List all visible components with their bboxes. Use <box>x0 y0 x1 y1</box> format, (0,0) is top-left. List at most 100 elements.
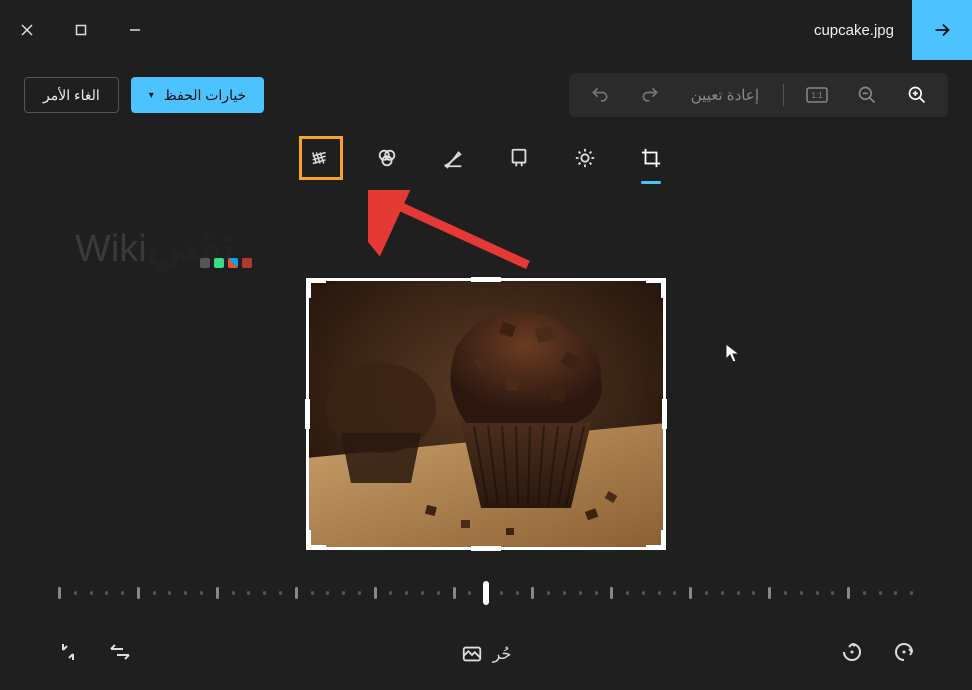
ruler-tick <box>437 591 440 595</box>
ruler-tick <box>247 591 250 595</box>
ruler-tick <box>673 591 676 595</box>
crop-handle-right[interactable] <box>662 399 667 429</box>
ruler-tick <box>516 591 519 595</box>
ruler-tick <box>531 587 534 599</box>
window-controls <box>0 0 162 60</box>
watermark-icons <box>200 258 252 268</box>
ruler-tick <box>389 591 392 595</box>
filename-label: cupcake.jpg <box>796 0 912 60</box>
ruler-tick <box>500 591 503 595</box>
cancel-button[interactable]: الغاء الأمر <box>24 77 119 113</box>
ruler-tick <box>894 591 897 595</box>
zoom-out-button[interactable] <box>850 78 884 112</box>
ruler-tick <box>831 591 834 595</box>
ruler-tick <box>90 591 93 595</box>
bottom-toolbar: حُر <box>0 618 972 690</box>
crop-handle-br[interactable] <box>646 530 666 550</box>
ruler-tick <box>311 591 314 595</box>
save-options-label: خيارات الحفظ <box>164 87 246 104</box>
ruler-tick <box>847 587 850 599</box>
crop-handle-bottom[interactable] <box>471 546 501 551</box>
ruler-tick <box>153 591 156 595</box>
crop-handle-tl[interactable] <box>306 278 326 298</box>
tab-filter[interactable] <box>497 136 541 180</box>
ruler-tick <box>626 591 629 595</box>
maximize-button[interactable] <box>54 10 108 50</box>
ruler-tick <box>610 587 613 599</box>
ruler-tick <box>737 591 740 595</box>
ruler-tick <box>721 591 724 595</box>
ruler-tick <box>216 587 219 599</box>
ruler-tick <box>279 591 282 595</box>
ruler-tick <box>358 591 361 595</box>
ruler-tick <box>453 587 456 599</box>
ruler-tick <box>168 591 171 595</box>
ruler-tick <box>579 591 582 595</box>
zoom-in-button[interactable] <box>900 78 934 112</box>
cancel-label: الغاء الأمر <box>43 87 100 104</box>
undo-button[interactable] <box>583 78 617 112</box>
flip-button[interactable] <box>108 640 132 669</box>
image-canvas[interactable] <box>306 278 666 550</box>
save-options-button[interactable]: خيارات الحفظ ▾ <box>131 77 264 113</box>
crop-frame[interactable] <box>306 278 666 550</box>
action-bar: 1:1 إعادة تعيين خيارات الحفظ ▾ الغاء الأ… <box>0 60 972 130</box>
ruler-tick <box>752 591 755 595</box>
rotate-ccw-button[interactable] <box>840 640 864 669</box>
tab-adjust[interactable] <box>563 136 607 180</box>
redo-button[interactable] <box>633 78 667 112</box>
arrow-annotation <box>368 190 538 270</box>
ruler-handle[interactable] <box>483 581 489 605</box>
reset-button[interactable]: إعادة تعيين <box>683 86 767 104</box>
reset-rotation-button[interactable] <box>892 640 916 669</box>
aspect-icon <box>461 643 483 665</box>
ruler-tick <box>910 591 913 595</box>
ruler-tick <box>342 591 345 595</box>
ruler-tick <box>58 587 61 599</box>
ruler-tick <box>563 591 566 595</box>
aspect-ratio-label: حُر <box>493 644 512 664</box>
crop-handle-tr[interactable] <box>646 278 666 298</box>
chevron-down-icon: ▾ <box>149 90 154 101</box>
tab-background[interactable] <box>299 136 343 180</box>
crop-handle-bl[interactable] <box>306 530 326 550</box>
fit-button[interactable]: 1:1 <box>800 78 834 112</box>
tab-retouch[interactable] <box>365 136 409 180</box>
ruler-tick <box>879 591 882 595</box>
ruler-tick <box>105 591 108 595</box>
ruler-tick <box>326 591 329 595</box>
ruler-tick <box>184 591 187 595</box>
ruler-tick <box>295 587 298 599</box>
edit-mode-tabs <box>0 130 972 186</box>
ruler-tick <box>658 591 661 595</box>
straighten-ruler[interactable] <box>58 578 914 608</box>
watermark-en: Wiki <box>75 228 147 271</box>
ruler-tick <box>547 591 550 595</box>
ruler-tick <box>689 587 692 599</box>
rotate-button[interactable] <box>56 640 80 669</box>
ruler-tick <box>74 591 77 595</box>
ruler-tick <box>137 587 140 599</box>
crop-handle-top[interactable] <box>471 277 501 282</box>
next-image-button[interactable] <box>912 0 972 60</box>
minimize-button[interactable] <box>108 10 162 50</box>
ruler-tick <box>784 591 787 595</box>
crop-handle-left[interactable] <box>305 399 310 429</box>
ruler-tick <box>468 591 471 595</box>
titlebar: cupcake.jpg <box>0 0 972 60</box>
ruler-tick <box>421 591 424 595</box>
divider <box>783 84 784 106</box>
ruler-tick <box>863 591 866 595</box>
close-button[interactable] <box>0 10 54 50</box>
tab-markup[interactable] <box>431 136 475 180</box>
ruler-tick <box>816 591 819 595</box>
aspect-ratio-button[interactable]: حُر <box>461 643 512 665</box>
ruler-tick <box>263 591 266 595</box>
ruler-tick <box>642 591 645 595</box>
ruler-tick <box>768 587 771 599</box>
svg-text:1:1: 1:1 <box>811 91 823 100</box>
ruler-tick <box>374 587 377 599</box>
tab-crop[interactable] <box>629 136 673 180</box>
ruler-tick <box>232 591 235 595</box>
cursor-icon <box>725 343 741 368</box>
